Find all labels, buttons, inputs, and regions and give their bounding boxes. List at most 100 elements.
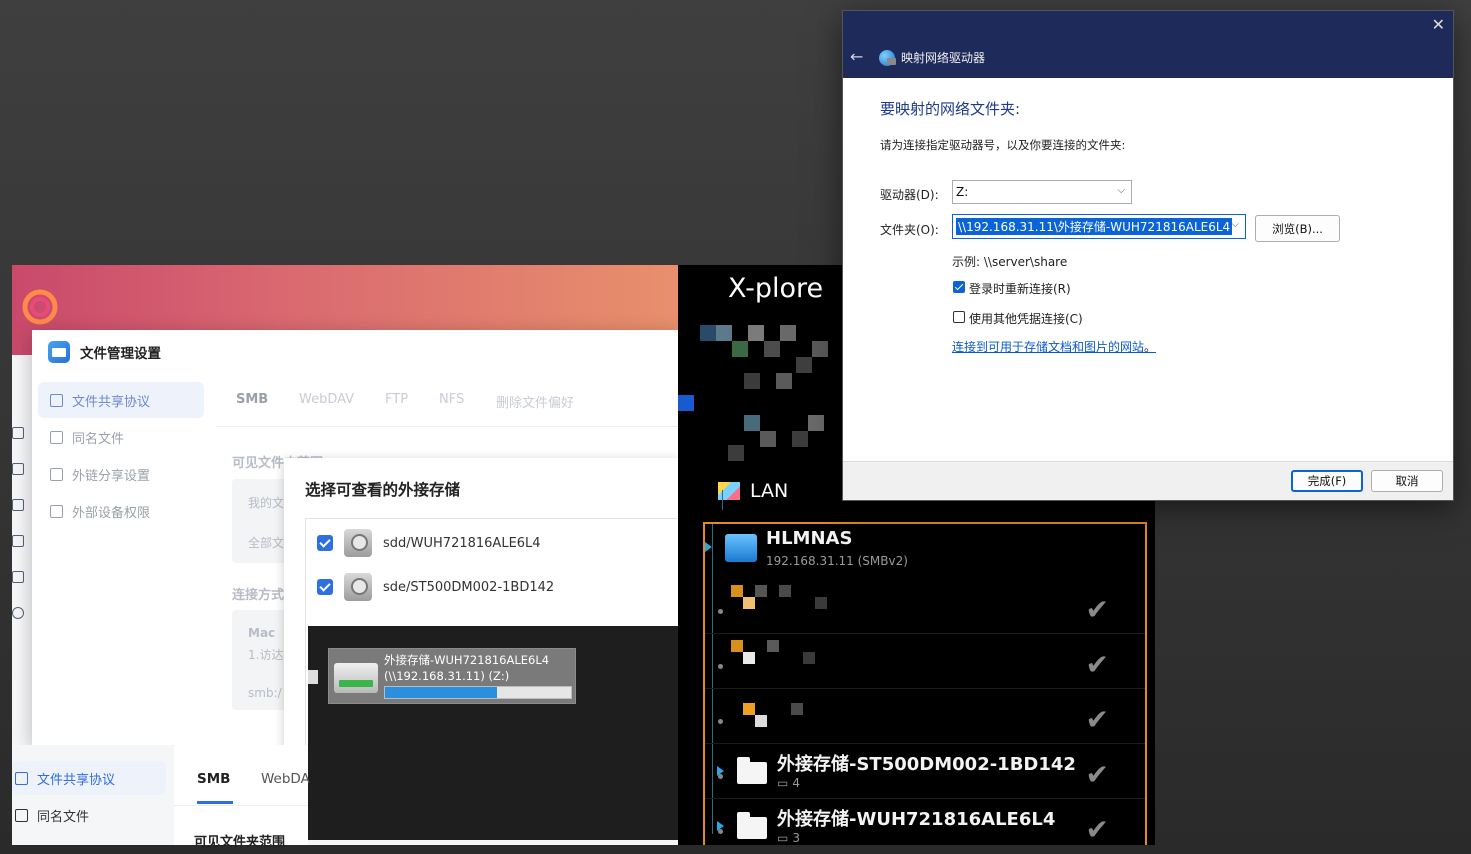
drive-usage-bar [384,686,572,699]
storage-item[interactable]: sdd/WUH721816ALE6L4 [306,521,679,565]
globe-icon[interactable] [12,607,24,619]
tab-webdav-2[interactable]: WebDA [261,771,310,787]
lan-row[interactable]: LAN [718,480,788,502]
check-icon: ✔ [1085,703,1109,736]
eye-icon[interactable] [12,535,24,547]
storage-site-link[interactable]: 连接到可用于存储文档和图片的网站。 [952,338,1156,355]
grid-icon[interactable] [12,427,24,439]
tab-smb[interactable]: SMB [236,392,268,407]
file-icon [50,430,63,444]
dialog-footer: 完成(F) 取消 [843,461,1453,500]
dialog-body: 要映射的网络文件夹: 请为连接指定驱动器号，以及你要连接的文件夹: 驱动器(D)… [843,78,1453,461]
drive-label: 驱动器(D): [880,188,939,202]
xplore-title: X-plore [728,273,824,304]
check-icon: ✔ [1085,758,1109,791]
chevron-down-icon: ⌵ [1231,219,1239,230]
home-icon[interactable] [12,571,24,583]
browse-button[interactable]: 浏览(B)... [1255,215,1340,242]
check-icon: ✔ [1085,813,1109,845]
lan-label: LAN [750,480,789,502]
visible-scope-label-2: 可见文件夹范围 [194,835,286,850]
layers-icon[interactable] [12,499,24,511]
device-icon [50,504,63,518]
drive-name: 外接存储-WUH721816ALE6L4 [384,653,550,667]
file-manager-icon [48,341,70,363]
tab-delete-pref[interactable]: 删除文件偏好 [496,392,574,411]
tab-nfs[interactable]: NFS [439,392,464,407]
sidebar-item-same-name-2[interactable]: 同名文件 [12,798,166,832]
storage-checkbox[interactable] [317,579,333,595]
dialog-title: 文件管理设置 [80,346,161,362]
drive-select[interactable]: Z: ⌵ [952,180,1132,204]
share-icon [50,467,63,481]
settings-main-2: SMB WebDA 可见文件夹范围 [174,745,310,850]
folder-input[interactable]: \\192.168.31.11\外接存储-WUH721816ALE6L4 ⌵ [952,214,1246,239]
step-label: 1.访达 [248,648,284,662]
folder-label: 文件夹(O): [880,223,939,237]
storage-item[interactable]: sde/ST500DM002-1BD142 [306,565,679,609]
folder-count: 3 [792,831,800,845]
folder-small-icon: ▭ [777,831,789,845]
tab-smb-2[interactable]: SMB [197,771,230,787]
folder-small-icon: ▭ [777,776,789,790]
finish-button[interactable]: 完成(F) [1291,470,1363,492]
expand-arrow-icon [717,821,724,831]
other-credentials-label: 使用其他凭据连接(C) [969,312,1083,326]
folder-item[interactable]: 外接存储-ST500DM002-1BD142 ▭ 4 ✔ [705,744,1145,799]
drag-overlay: 外接存储-WUH721816ALE6L4 (\\192.168.31.11) (… [308,626,678,840]
file-manager-window-2: 文件共享协议 同名文件 SMB WebDA 可见文件夹范围 [12,745,310,850]
sidebar-item-device-permission[interactable]: 外部设备权限 [38,493,204,529]
server-address: 192.168.31.11 (SMBv2) [766,554,908,568]
server-name[interactable]: HLMNAS [766,528,852,549]
smb-path: smb:/ [248,686,282,700]
reconnect-label: 登录时重新连接(R) [969,282,1071,296]
folder-name: 外接存储-ST500DM002-1BD142 [777,754,1076,775]
my-files-label: 我的文 [248,496,285,510]
sidebar-item-share-protocol[interactable]: 文件共享协议 [38,382,204,418]
storage-checkbox[interactable] [317,535,333,551]
network-drive-icon [334,663,378,693]
dialog-header: 文件管理设置 [32,330,678,374]
settings-sidebar: 文件共享协议 同名文件 外链分享设置 外部设备权限 [32,374,212,745]
disk-icon [344,573,372,601]
sidebar-item-share-protocol-2[interactable]: 文件共享协议 [12,761,166,795]
folder-icon [737,757,767,784]
reconnect-checkbox[interactable] [953,281,965,293]
expand-arrow-icon [705,542,712,552]
file-icon [15,808,28,822]
expand-arrow-icon [717,766,724,776]
drive-path: (\\192.168.31.11) (Z:) [384,669,510,683]
all-files-label: 全部文 [248,536,285,550]
close-icon[interactable]: ✕ [1432,15,1445,34]
network-drive-item[interactable]: 外接存储-WUH721816ALE6L4 (\\192.168.31.11) (… [328,648,576,704]
connect-method-label: 连接方式 [232,588,285,603]
nas-icon [725,534,757,562]
folder-item[interactable]: 外接存储-WUH721816ALE6L4 ▭ 3 ✔ [705,799,1145,845]
description: 请为连接指定驱动器号，以及你要连接的文件夹: [880,138,1126,152]
back-arrow-icon[interactable]: ← [850,47,863,66]
check-icon: ✔ [1085,648,1109,681]
tab-ftp[interactable]: FTP [385,392,408,407]
sidebar-item-share-link[interactable]: 外链分享设置 [38,456,204,492]
list-item[interactable]: ✔ [705,634,1145,689]
heading: 要映射的网络文件夹: [880,100,1021,118]
dialog-title: 映射网络驱动器 [879,49,985,66]
tab-webdav[interactable]: WebDAV [299,392,354,407]
sidebar-item-same-name[interactable]: 同名文件 [38,419,204,455]
other-credentials-checkbox[interactable] [953,311,965,323]
folder-icon [737,812,767,839]
network-drive-icon [879,49,896,66]
map-network-drive-dialog: ✕ ← 映射网络驱动器 要映射的网络文件夹: 请为连接指定驱动器号，以及你要连接… [842,10,1454,501]
document-icon [15,771,28,785]
check-icon: ✔ [1085,593,1109,626]
folder-name: 外接存储-WUH721816ALE6L4 [777,809,1056,830]
document-icon [50,393,63,407]
list-item[interactable]: ✔ [705,689,1145,744]
list-item[interactable]: ✔ [705,579,1145,634]
select-storage-title: 选择可查看的外接存储 [305,481,461,499]
example-text: 示例: \\server\share [952,255,1068,269]
cancel-button[interactable]: 取消 [1371,470,1443,492]
mac-label: Mac [248,626,276,640]
app-logo-icon [22,289,58,325]
cube-icon[interactable] [12,463,24,475]
